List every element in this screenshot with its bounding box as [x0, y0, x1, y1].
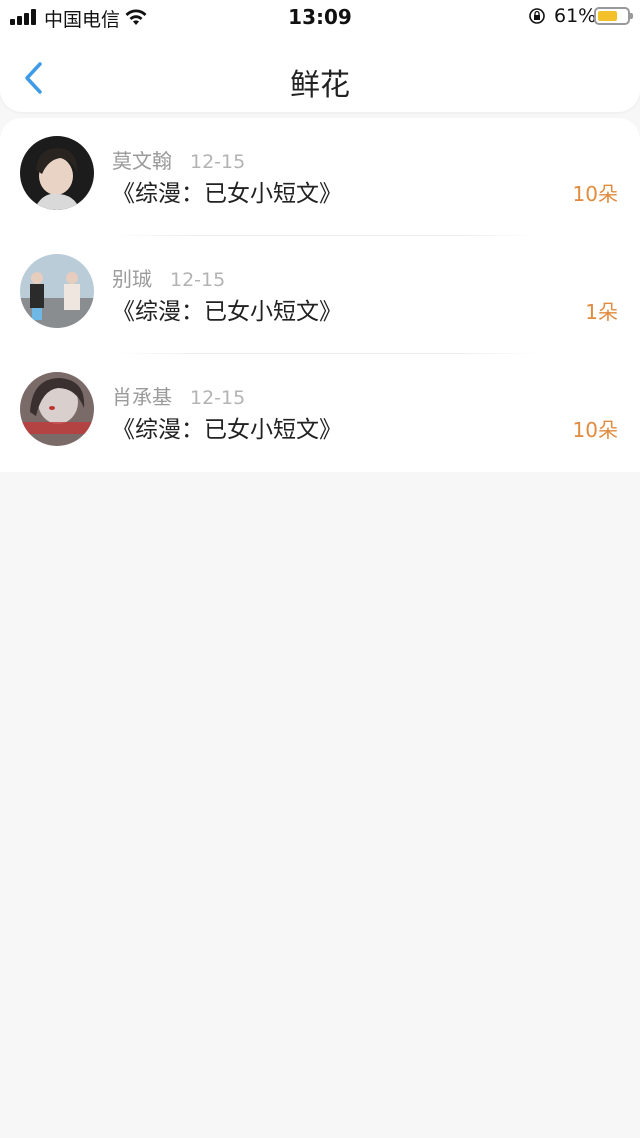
battery-icon — [594, 7, 633, 25]
list-item[interactable]: 莫文翰 12-15 《综漫：已女小短文》 10朵 — [0, 118, 640, 236]
sender-name-text: 莫文翰 — [112, 149, 172, 173]
avatar[interactable] — [20, 254, 94, 328]
flower-list: 莫文翰 12-15 《综漫：已女小短文》 10朵 别珹 12-15 《综漫：已女小短… — [0, 118, 640, 472]
book-title: 《综漫：已女小短文》 — [112, 417, 342, 443]
list-item[interactable]: 肖承基 12-15 《综漫：已女小短文》 10朵 — [0, 354, 640, 472]
sender-name: 莫文翰 12-15 — [112, 145, 245, 174]
avatar[interactable] — [20, 136, 94, 210]
status-bar: 中国电信 13:09 61% — [0, 0, 640, 34]
page-title: 鲜花 — [290, 68, 350, 103]
sender-name-text: 别珹 — [112, 267, 152, 291]
flower-count: 10朵 — [572, 418, 618, 442]
battery-percent: 61% — [554, 5, 597, 27]
book-title: 《综漫：已女小短文》 — [112, 181, 342, 207]
flower-count: 10朵 — [572, 182, 618, 206]
avatar[interactable] — [20, 372, 94, 446]
send-date: 12-15 — [190, 151, 246, 173]
sender-name: 别珹 12-15 — [112, 263, 225, 292]
top-header: 中国电信 13:09 61% 鲜花 — [0, 0, 640, 112]
flower-count: 1朵 — [585, 300, 618, 324]
list-item[interactable]: 别珹 12-15 《综漫：已女小短文》 1朵 — [0, 236, 640, 354]
book-title: 《综漫：已女小短文》 — [112, 299, 342, 325]
send-date: 12-15 — [190, 387, 246, 409]
sender-name: 肖承基 12-15 — [112, 381, 245, 410]
sender-name-text: 肖承基 — [112, 385, 172, 409]
rotation-lock-icon — [529, 8, 545, 24]
send-date: 12-15 — [170, 269, 226, 291]
